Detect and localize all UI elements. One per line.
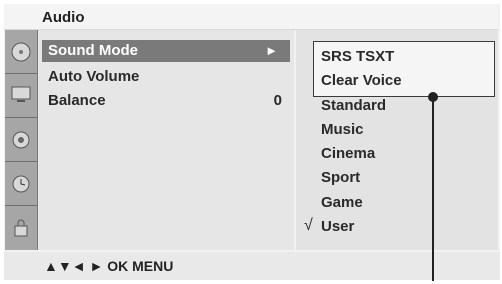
submenu-item-music[interactable]: Music xyxy=(321,121,364,138)
sidebar-item-time[interactable] xyxy=(5,162,37,206)
sidebar-item-disc[interactable] xyxy=(5,30,37,74)
sidebar-item-audio[interactable] xyxy=(5,118,37,162)
lock-icon xyxy=(14,219,28,237)
title-bar: Audio xyxy=(4,4,498,30)
callout-line xyxy=(432,101,434,281)
submenu-arrow-icon: ► xyxy=(265,43,278,58)
checkmark-icon: √ xyxy=(304,217,313,234)
sidebar-item-lock[interactable] xyxy=(5,206,37,250)
audio-menu-panel: Audio Sound Mode ► Auto Volume Balance 0… xyxy=(4,4,500,280)
sidebar xyxy=(5,30,38,250)
submenu-item-user[interactable]: User xyxy=(321,218,354,235)
disc-icon xyxy=(11,42,31,62)
footer: ▲▼◄ ► OK MENU xyxy=(4,252,500,280)
speaker-icon xyxy=(12,131,30,149)
sidebar-item-picture[interactable] xyxy=(5,74,37,118)
submenu-item-srs-tsxt[interactable]: SRS TSXT xyxy=(321,48,394,65)
submenu-item-standard[interactable]: Standard xyxy=(321,97,386,114)
menu-item-balance[interactable]: Balance 0 xyxy=(42,90,290,112)
sound-mode-submenu: SRS TSXT Clear Voice Standard Music Cine… xyxy=(296,30,498,250)
submenu-item-clear-voice[interactable]: Clear Voice xyxy=(321,72,402,89)
monitor-icon xyxy=(11,86,31,102)
navigation-hint: ▲▼◄ ► OK MENU xyxy=(44,258,174,274)
main-menu: Sound Mode ► Auto Volume Balance 0 xyxy=(38,30,294,250)
menu-item-label: Auto Volume xyxy=(48,68,140,85)
clock-icon xyxy=(12,175,30,193)
menu-title: Audio xyxy=(42,9,85,26)
menu-item-label: Balance xyxy=(48,92,106,109)
menu-item-label: Sound Mode xyxy=(48,42,138,59)
submenu-item-game[interactable]: Game xyxy=(321,194,363,211)
submenu-item-cinema[interactable]: Cinema xyxy=(321,145,375,162)
menu-item-value: 0 xyxy=(273,92,282,109)
submenu-item-sport[interactable]: Sport xyxy=(321,169,360,186)
menu-item-auto-volume[interactable]: Auto Volume xyxy=(42,66,290,88)
menu-item-sound-mode[interactable]: Sound Mode ► xyxy=(42,40,290,62)
